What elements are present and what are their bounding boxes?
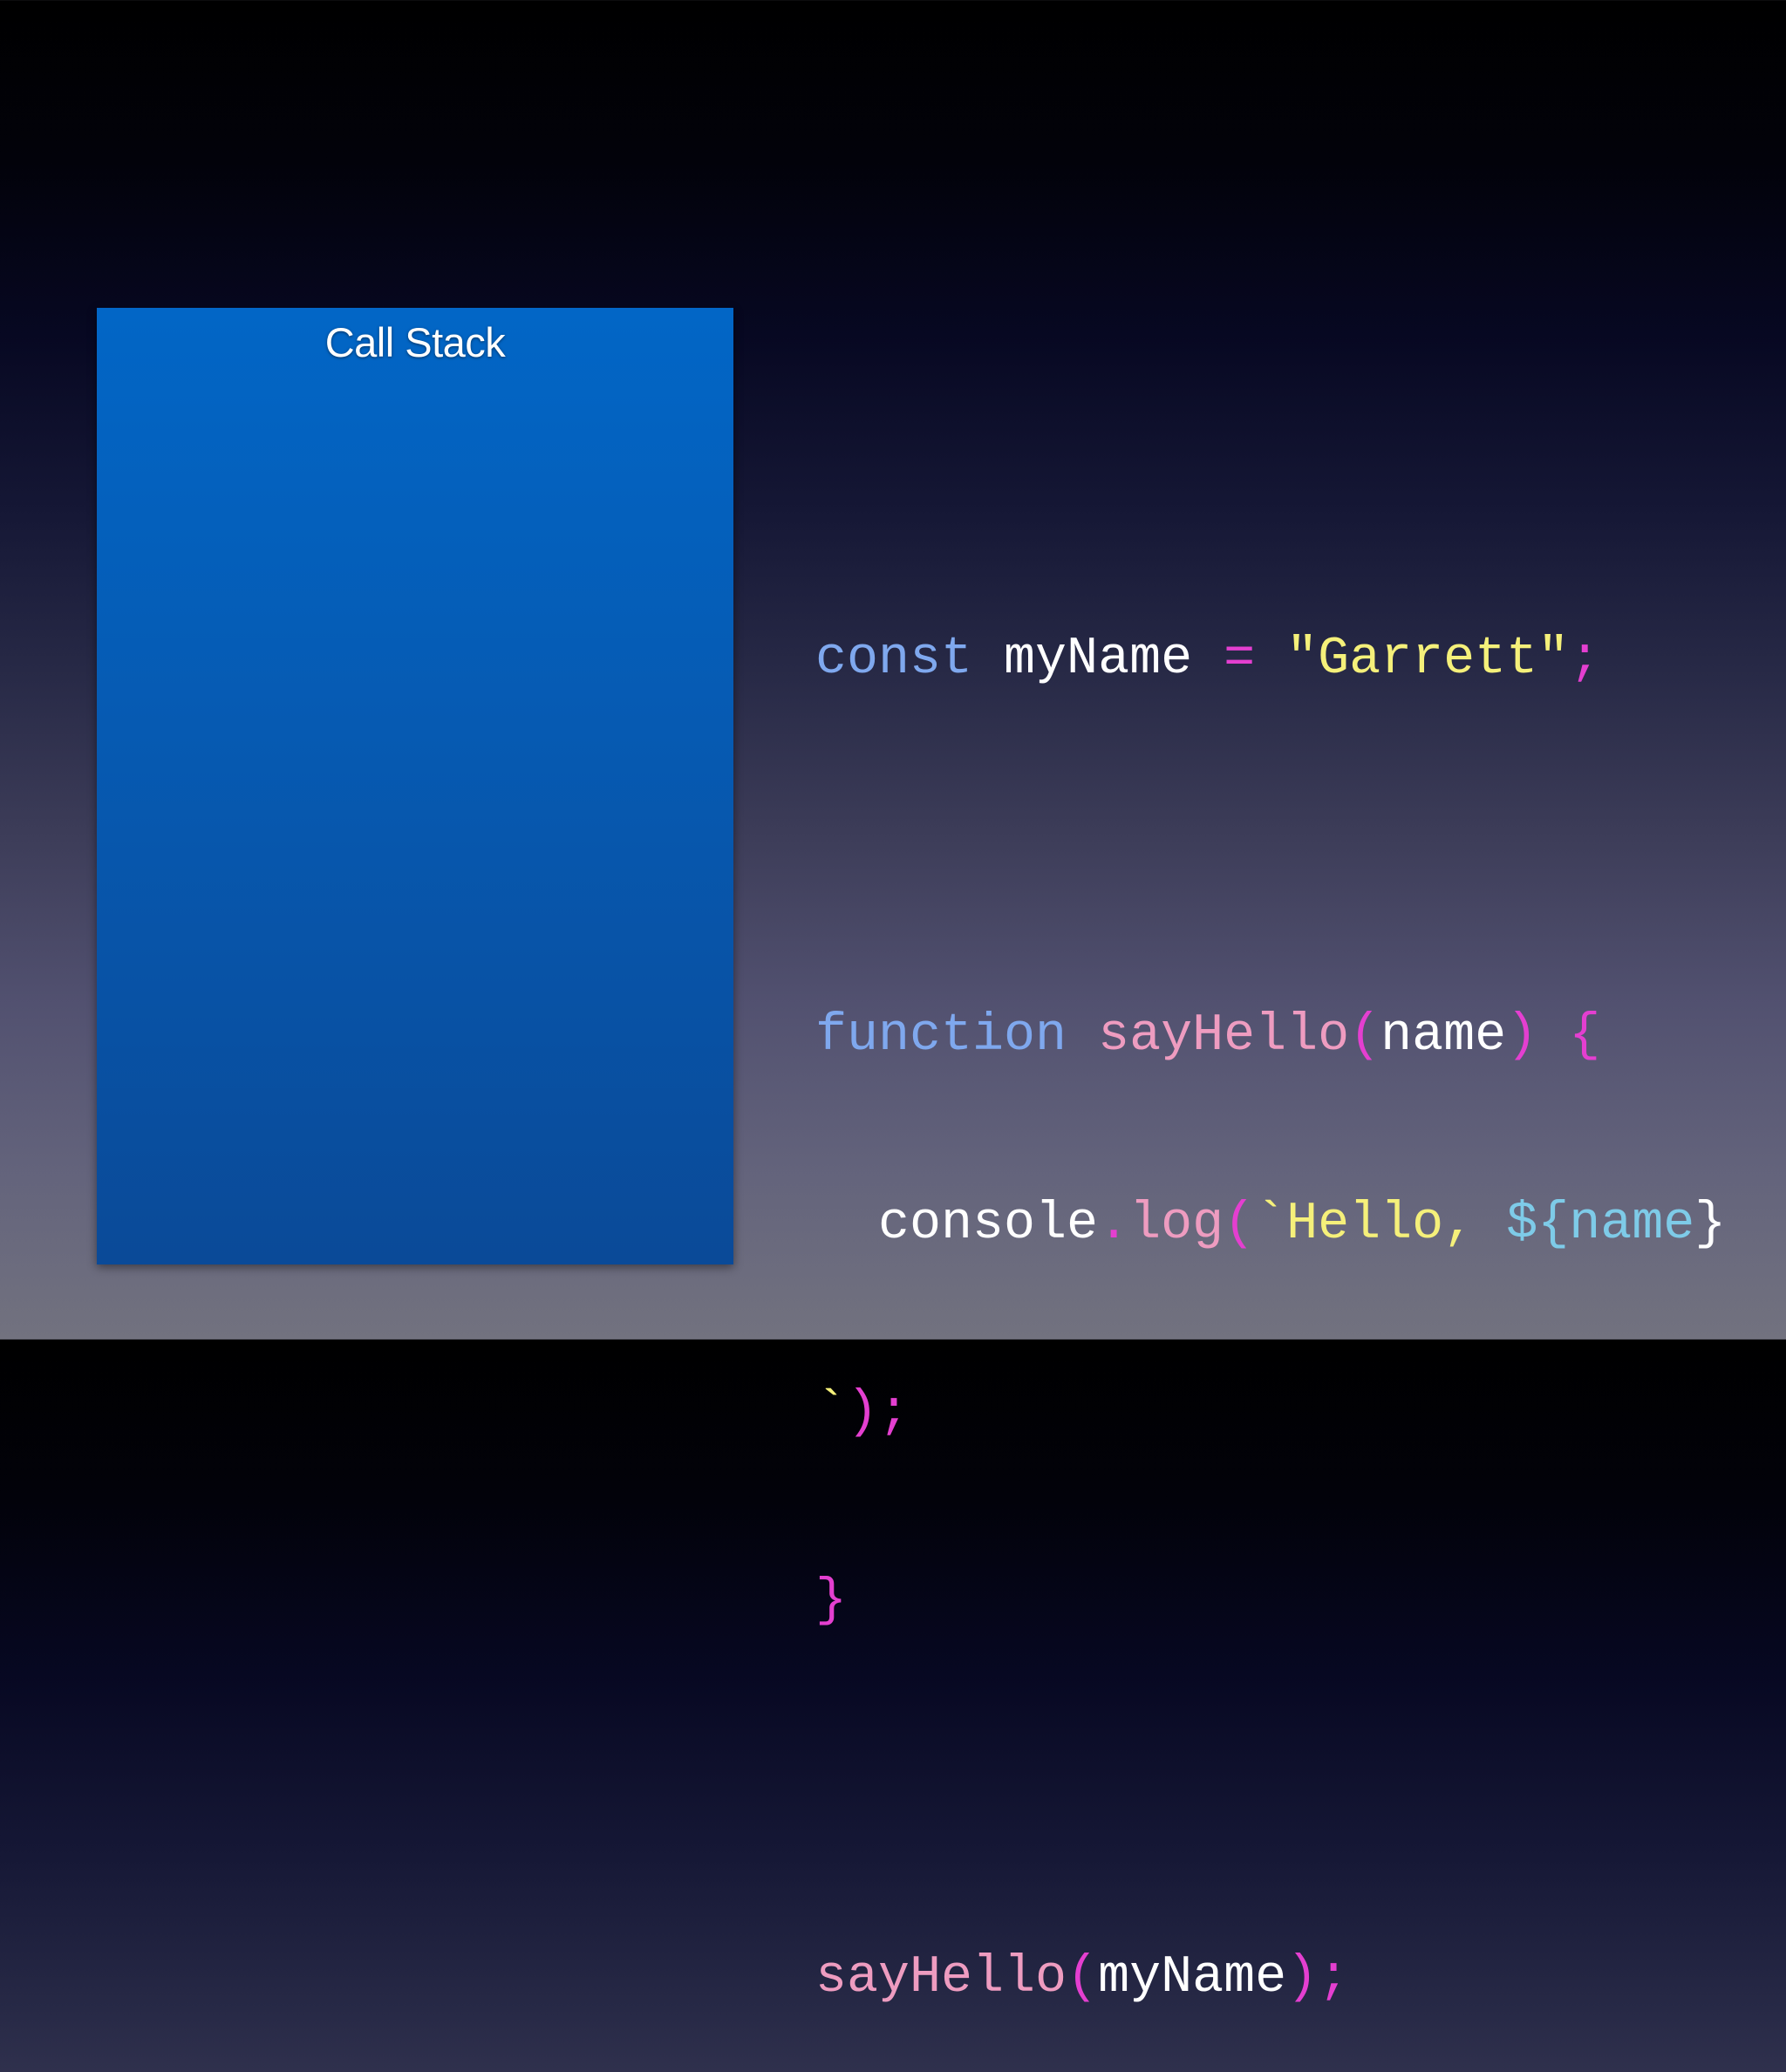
brace-close: } bbox=[815, 1571, 848, 1631]
paren-open: ( bbox=[1067, 1948, 1099, 2007]
brace-open: { bbox=[1569, 1006, 1601, 1066]
semicolon: ; bbox=[878, 1383, 910, 1442]
param-name: name bbox=[1380, 1006, 1507, 1066]
semicolon: ; bbox=[1318, 1948, 1350, 2007]
paren-open: ( bbox=[1349, 1006, 1381, 1066]
code-line-3: console.log(`Hello, ${name} bbox=[815, 1193, 1775, 1256]
code-line-1: const myName = "Garrett"; bbox=[815, 628, 1775, 691]
code-line-4: `); bbox=[815, 1381, 1775, 1444]
template-dollar: ${ bbox=[1506, 1195, 1570, 1254]
operator-equals: = bbox=[1224, 630, 1256, 689]
backtick-open: ` bbox=[1255, 1195, 1287, 1254]
dot-operator: . bbox=[1098, 1195, 1130, 1254]
function-name: sayHello bbox=[1098, 1006, 1350, 1066]
identifier-myname: myName bbox=[1004, 630, 1193, 689]
console-object: console bbox=[878, 1195, 1099, 1254]
code-block: const myName = "Garrett"; function sayHe… bbox=[815, 502, 1775, 2072]
keyword-function: function bbox=[815, 1006, 1067, 1066]
template-close: } bbox=[1694, 1195, 1727, 1254]
backtick-close: ` bbox=[815, 1383, 848, 1442]
paren-open: ( bbox=[1224, 1195, 1256, 1254]
paren-close: ) bbox=[1286, 1948, 1319, 2007]
function-call: sayHello bbox=[815, 1948, 1067, 2007]
code-line-6: sayHello(myName); bbox=[815, 1946, 1775, 2009]
call-stack-panel: Call Stack bbox=[97, 308, 733, 1264]
call-stack-title: Call Stack bbox=[324, 319, 506, 365]
code-line-5: } bbox=[815, 1570, 1775, 1632]
log-method: log bbox=[1129, 1195, 1224, 1254]
template-text: Hello, bbox=[1286, 1195, 1507, 1254]
argument-myname: myName bbox=[1098, 1948, 1287, 2007]
code-line-2: function sayHello(name) { bbox=[815, 1005, 1775, 1067]
keyword-const: const bbox=[815, 630, 973, 689]
paren-close: ) bbox=[1506, 1006, 1538, 1066]
template-name: name bbox=[1569, 1195, 1695, 1254]
semicolon: ; bbox=[1569, 630, 1601, 689]
string-literal: "Garrett" bbox=[1286, 630, 1570, 689]
paren-close: ) bbox=[847, 1383, 879, 1442]
